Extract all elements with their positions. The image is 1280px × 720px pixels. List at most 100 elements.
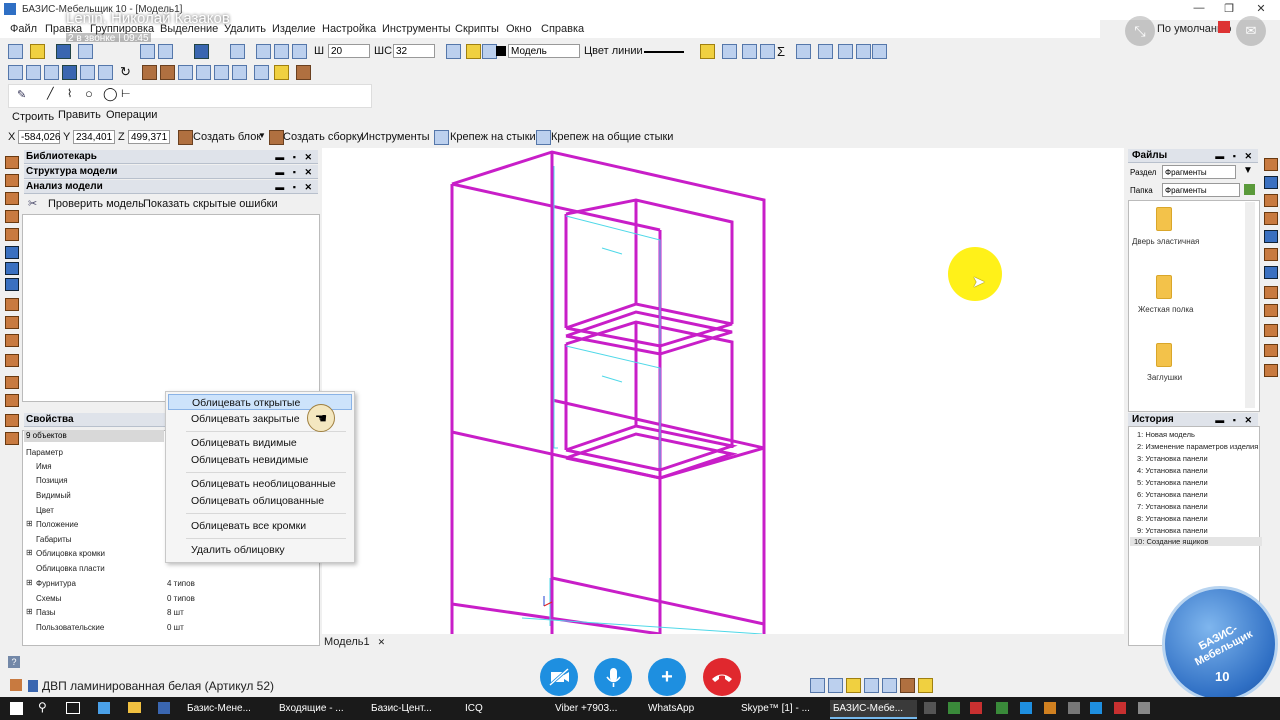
ellipse-tool-icon[interactable]: ◯ [103, 86, 118, 102]
desktop-icon[interactable] [98, 702, 110, 714]
snap-icon[interactable] [256, 44, 271, 59]
menu-tools[interactable]: Инструменты [382, 23, 451, 35]
eye-icon[interactable] [446, 44, 461, 59]
polar-icon[interactable] [864, 678, 879, 693]
width-field[interactable]: 20 [328, 44, 370, 58]
magnet-icon[interactable] [194, 44, 209, 59]
expand-icon[interactable]: ⊞ [26, 578, 33, 587]
bulb-icon[interactable] [466, 44, 481, 59]
folder-select[interactable]: Фрагменты [1162, 183, 1240, 197]
y-field[interactable]: 234,401 [73, 130, 115, 144]
video-off-button[interactable] [540, 658, 578, 696]
folder-icon[interactable] [1156, 207, 1172, 231]
menu-item-face-all-edges[interactable]: Облицевать все кромки [168, 518, 352, 534]
textured-icon[interactable] [160, 65, 175, 80]
expand-icon[interactable]: ⊞ [26, 607, 33, 616]
taskbar-icq[interactable]: ICQ [462, 700, 483, 717]
property-schemes[interactable]: Схемы [36, 594, 61, 603]
door-icon[interactable] [5, 298, 19, 311]
files-header[interactable]: Файлы ▬ ▪ ✕ [1128, 149, 1258, 163]
print-icon[interactable] [78, 44, 93, 59]
tabletop-icon[interactable] [1264, 344, 1278, 357]
facade-icon[interactable] [5, 316, 19, 329]
edge-icon[interactable] [5, 414, 19, 427]
material-icon[interactable] [296, 65, 311, 80]
polyline-tool-icon[interactable]: ⌇ [67, 87, 72, 100]
maximize-button[interactable]: ❐ [1214, 2, 1244, 16]
taskbar-outlook[interactable]: Входящие - ... [276, 700, 344, 717]
light-icon[interactable] [274, 65, 289, 80]
taskbar-whatsapp[interactable]: WhatsApp [645, 700, 694, 717]
tray-app-icon[interactable] [1044, 702, 1056, 714]
analysis-header[interactable]: Анализ модели ▬ ▪ ✕ [24, 180, 318, 194]
chat-icon[interactable]: ✉ [1236, 16, 1266, 46]
line-tool-icon[interactable]: ╱ [47, 87, 54, 100]
dimension-tool-icon[interactable]: ⊢ [121, 87, 131, 100]
tray-app-icon[interactable] [1138, 702, 1150, 714]
tray-app-icon[interactable] [970, 702, 982, 714]
view-left-icon[interactable] [44, 65, 59, 80]
snap-grid-icon[interactable] [810, 678, 825, 693]
panel-tool-icon[interactable] [5, 156, 19, 169]
menu-delete[interactable]: Удалить [224, 23, 266, 35]
taskbar-basis-manager[interactable]: Базис-Мене... [184, 700, 251, 717]
property-color[interactable]: Цвет [36, 506, 54, 515]
history-item[interactable]: 4: Установка панели [1137, 466, 1208, 475]
hs-field[interactable]: 32 [393, 44, 435, 58]
search-icon[interactable]: ⚲ [38, 700, 47, 714]
property-placement[interactable]: Положение [36, 520, 78, 529]
save-icon[interactable] [56, 44, 71, 59]
profile-icon[interactable] [5, 262, 19, 275]
shaded-icon[interactable] [142, 65, 157, 80]
property-position[interactable]: Позиция [36, 476, 68, 485]
librarian-header[interactable]: Библиотекарь ▬ ▪ ✕ [24, 150, 318, 164]
zoom-window-icon[interactable] [818, 44, 833, 59]
z-field[interactable]: 499,371 [128, 130, 170, 144]
taskbar-viber[interactable]: Viber +7903... [552, 700, 617, 717]
section-icon[interactable] [232, 65, 247, 80]
view-front-icon[interactable] [8, 65, 23, 80]
folder-icon[interactable] [700, 44, 715, 59]
joint-fix-button[interactable]: Крепеж на стыки [450, 131, 536, 143]
hinge-icon[interactable] [1264, 176, 1278, 189]
open-icon[interactable] [30, 44, 45, 59]
menu-item-face-faced[interactable]: Облицевать облицованные [168, 493, 352, 509]
tray-app-icon[interactable] [996, 702, 1008, 714]
analysis-panel-controls[interactable]: ▬ ▪ ✕ [275, 180, 315, 194]
hole-icon[interactable] [5, 354, 19, 367]
property-name[interactable]: Имя [36, 462, 52, 471]
groove-icon[interactable] [5, 376, 19, 389]
expand-icon[interactable]: ⊞ [26, 548, 33, 557]
history-item[interactable]: 2: Изменение параметров изделия [1137, 442, 1258, 451]
tray-app-icon[interactable] [1114, 702, 1126, 714]
menu-item-face-unfaced[interactable]: Облицевать необлицованные [168, 476, 352, 492]
tab-operations[interactable]: Операции [106, 109, 157, 121]
history-item[interactable]: 8: Установка панели [1137, 514, 1208, 523]
object-snap-icon[interactable] [846, 678, 861, 693]
property-visible[interactable]: Видимый [36, 491, 71, 500]
history-item[interactable]: 9: Установка панели [1137, 526, 1208, 535]
pan-icon[interactable] [872, 44, 887, 59]
menu-help[interactable]: Справка [541, 23, 584, 35]
save-taskbar-icon[interactable] [158, 702, 170, 714]
view-top-icon[interactable] [80, 65, 95, 80]
drawer-slide-icon[interactable] [1264, 304, 1278, 317]
zoom-status-icon[interactable] [882, 678, 897, 693]
history-item[interactable]: 3: Установка панели [1137, 454, 1208, 463]
material-tool-icon[interactable] [5, 432, 19, 445]
taskbar-basis-center[interactable]: Базис-Цент... [368, 700, 432, 717]
section-select[interactable]: Фрагменты [1162, 165, 1236, 179]
tray-app-icon[interactable] [948, 702, 960, 714]
tab-close-icon[interactable]: ✕ [378, 637, 386, 647]
history-item-current[interactable]: 10: Создание ящиков [1130, 537, 1262, 546]
property-edge-facing[interactable]: Облицовка кромки [36, 549, 105, 558]
sum-icon[interactable]: Σ [777, 44, 785, 59]
grid-icon[interactable] [274, 44, 289, 59]
vertical-panel-icon[interactable] [5, 174, 19, 187]
copy-icon[interactable] [158, 44, 173, 59]
menu-item-remove-facing[interactable]: Удалить облицовку [168, 542, 352, 558]
tray-app-icon[interactable] [924, 702, 936, 714]
box-icon[interactable] [5, 246, 19, 259]
property-face-facing[interactable]: Облицовка пласти [36, 564, 105, 573]
tab-model1[interactable]: Модель1 ✕ [324, 636, 385, 648]
